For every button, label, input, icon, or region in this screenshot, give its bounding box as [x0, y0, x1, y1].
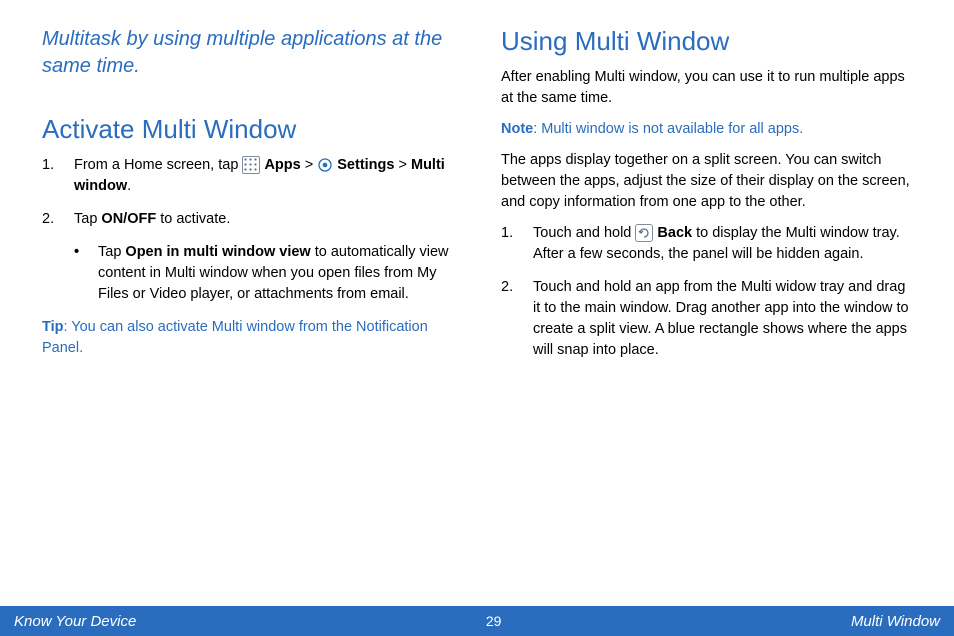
step-2: 2. Tap ON/OFF to activate. [42, 209, 453, 230]
left-column: Multitask by using multiple applications… [42, 26, 453, 373]
heading-activate: Activate Multi Window [42, 114, 453, 145]
page-number: 29 [486, 613, 502, 629]
text: From a Home screen, tap [74, 157, 242, 173]
back-icon [635, 224, 653, 242]
tip-text: : You can also activate Multi window fro… [42, 319, 428, 356]
footer-right: Multi Window [851, 613, 940, 630]
back-label: Back [657, 225, 692, 241]
note-label: Note [501, 121, 533, 137]
step-number: 2. [42, 209, 74, 230]
text: Touch and hold [533, 225, 635, 241]
note-text: : Multi window is not available for all … [533, 121, 803, 137]
step-1: 1. Touch and hold Back to display the Mu… [501, 223, 912, 265]
step-body: Touch and hold an app from the Multi wid… [533, 277, 912, 361]
apps-label: Apps [264, 157, 300, 173]
step-body: Tap ON/OFF to activate. [74, 209, 453, 230]
step-2: 2. Touch and hold an app from the Multi … [501, 277, 912, 361]
settings-icon [317, 157, 333, 173]
text: Tap [98, 244, 125, 260]
page: Multitask by using multiple applications… [0, 0, 954, 636]
footer-left: Know Your Device [14, 613, 136, 630]
content-columns: Multitask by using multiple applications… [42, 26, 912, 373]
step-number: 2. [501, 277, 533, 361]
step-number: 1. [42, 155, 74, 197]
open-in-mw-label: Open in multi window view [125, 244, 310, 260]
right-column: Using Multi Window After enabling Multi … [501, 26, 912, 373]
heading-using: Using Multi Window [501, 26, 912, 57]
onoff-label: ON/OFF [101, 211, 156, 227]
activate-steps: 1. From a Home screen, tap Apps > Settin… [42, 155, 453, 230]
using-intro: After enabling Multi window, you can use… [501, 67, 912, 109]
intro-text: Multitask by using multiple applications… [42, 26, 453, 80]
step-body: Touch and hold Back to display the Multi… [533, 223, 912, 265]
apps-icon [242, 156, 260, 174]
using-steps: 1. Touch and hold Back to display the Mu… [501, 223, 912, 361]
tip-label: Tip [42, 319, 63, 335]
text: > [399, 157, 412, 173]
settings-label: Settings [337, 157, 394, 173]
text: Tap [74, 211, 101, 227]
step-body: From a Home screen, tap Apps > Settings … [74, 155, 453, 197]
step-number: 1. [501, 223, 533, 265]
note: Note: Multi window is not available for … [501, 119, 912, 140]
text: . [127, 178, 131, 194]
using-desc: The apps display together on a split scr… [501, 150, 912, 213]
text: > [305, 157, 318, 173]
bullet-open-in-mw: • Tap Open in multi window view to autom… [74, 242, 453, 305]
text: to activate. [156, 211, 230, 227]
step-1: 1. From a Home screen, tap Apps > Settin… [42, 155, 453, 197]
bullet-marker: • [74, 242, 98, 305]
bullet-body: Tap Open in multi window view to automat… [98, 242, 453, 305]
footer-bar: Know Your Device 29 Multi Window [0, 606, 954, 636]
tip: Tip: You can also activate Multi window … [42, 317, 453, 359]
